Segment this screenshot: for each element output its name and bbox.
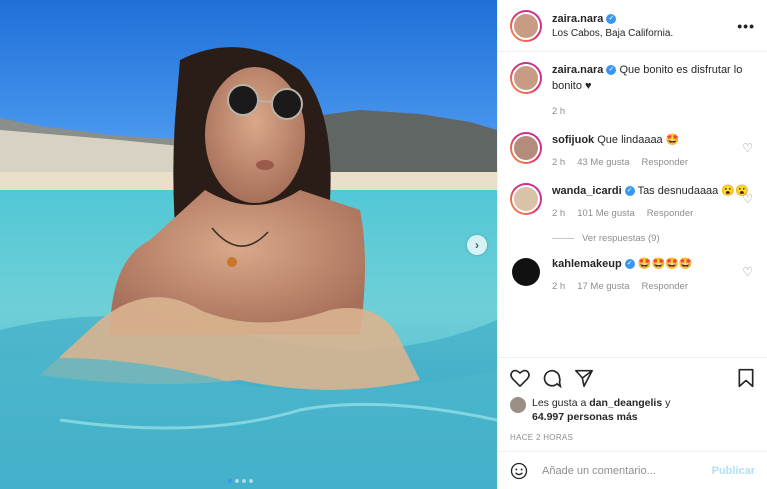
likes-count[interactable]: 64.997 personas más (532, 411, 638, 423)
carousel-dot (242, 479, 246, 483)
likes-suffix: y (665, 397, 671, 409)
list-item: sofijuok Que lindaaaa 🤩 2 h 43 Me gusta … (510, 132, 755, 171)
post-sidebar: zaira.nara ✓ Los Cabos, Baja California. … (497, 0, 767, 489)
instagram-post: › zaira.nara ✓ Los Cabos, Baja California… (0, 0, 767, 489)
bookmark-icon[interactable] (737, 368, 755, 388)
action-bar: Les gusta a dan_deangelis y 64.997 perso… (498, 357, 767, 442)
caption: zaira.nara ✓ Que bonito es disfrutar lo b… (510, 62, 755, 120)
verified-icon: ✓ (624, 259, 635, 270)
list-item: wanda_icardi ✓ Tas desnudaaaa 😮😮 2 h 101 … (510, 183, 755, 222)
caption-time[interactable]: 2 h (552, 104, 565, 120)
carousel-dot (228, 479, 232, 483)
comment-time[interactable]: 2 h (552, 279, 565, 295)
emoji-icon[interactable] (510, 462, 528, 480)
verified-icon: ✓ (606, 13, 617, 24)
heart-icon[interactable]: ♡ (742, 192, 753, 206)
comment-input[interactable]: Añade un comentario... (542, 465, 712, 477)
comments-list: zaira.nara ✓ Que bonito es disfrutar lo b… (510, 62, 755, 295)
comment-likes[interactable]: 101 Me gusta (577, 206, 635, 222)
reply-button[interactable]: Responder (642, 279, 688, 295)
post-location[interactable]: Los Cabos, Baja California. (552, 28, 673, 39)
post-header: zaira.nara ✓ Los Cabos, Baja California. … (498, 0, 767, 52)
comment-likes[interactable]: 17 Me gusta (577, 279, 629, 295)
carousel-dots (228, 479, 253, 483)
post-timestamp[interactable]: HACE 2 HORAS (510, 433, 755, 442)
likes-prefix: Les gusta a (532, 397, 587, 409)
likes-user[interactable]: dan_deangelis (589, 397, 662, 409)
next-image-button[interactable]: › (467, 235, 487, 255)
add-comment-bar: Añade un comentario... Publicar (498, 451, 767, 489)
heart-icon[interactable] (510, 369, 530, 387)
publish-button[interactable]: Publicar (712, 465, 755, 477)
more-icon[interactable]: ••• (737, 18, 755, 34)
heart-icon[interactable]: ♡ (742, 141, 753, 155)
comment-username[interactable]: wanda_icardi (552, 185, 622, 197)
reply-button[interactable]: Responder (647, 206, 693, 222)
carousel-dot (235, 479, 239, 483)
divider (552, 238, 574, 239)
comment-username[interactable]: sofijuok (552, 134, 594, 146)
comment-time[interactable]: 2 h (552, 206, 565, 222)
reply-button[interactable]: Responder (642, 155, 688, 171)
post-photo[interactable]: › (0, 0, 497, 489)
avatar[interactable] (512, 258, 540, 286)
avatar[interactable] (510, 397, 526, 413)
avatar[interactable] (510, 62, 542, 94)
verified-icon: ✓ (624, 186, 635, 197)
avatar[interactable] (510, 183, 542, 215)
share-icon[interactable] (574, 369, 594, 387)
chevron-right-icon: › (475, 238, 479, 252)
caption-username[interactable]: zaira.nara (552, 64, 603, 76)
verified-icon: ✓ (606, 65, 617, 76)
avatar[interactable] (510, 9, 542, 42)
comment-icon[interactable] (542, 368, 562, 388)
comment-text: Tas desnudaaaa 😮😮 (637, 185, 749, 197)
comment-text: Que lindaaaa 🤩 (597, 134, 680, 146)
likes-summary: Les gusta a dan_deangelis y 64.997 perso… (510, 396, 755, 424)
comment-username[interactable]: kahlemakeup (552, 258, 622, 270)
list-item: kahlemakeup ✓ 🤩🤩🤩🤩 2 h 17 Me gusta Respon… (510, 256, 755, 295)
view-replies-label: Ver respuestas (9) (582, 233, 660, 244)
comment-time[interactable]: 2 h (552, 155, 565, 171)
beach-photo-image (0, 0, 497, 489)
comment-text: 🤩🤩🤩🤩 (637, 258, 693, 270)
heart-icon[interactable]: ♡ (742, 265, 753, 279)
avatar[interactable] (510, 132, 542, 164)
view-replies-button[interactable]: Ver respuestas (9) (552, 233, 755, 244)
author-username[interactable]: zaira.nara (552, 13, 603, 25)
comment-likes[interactable]: 43 Me gusta (577, 155, 629, 171)
carousel-dot (249, 479, 253, 483)
